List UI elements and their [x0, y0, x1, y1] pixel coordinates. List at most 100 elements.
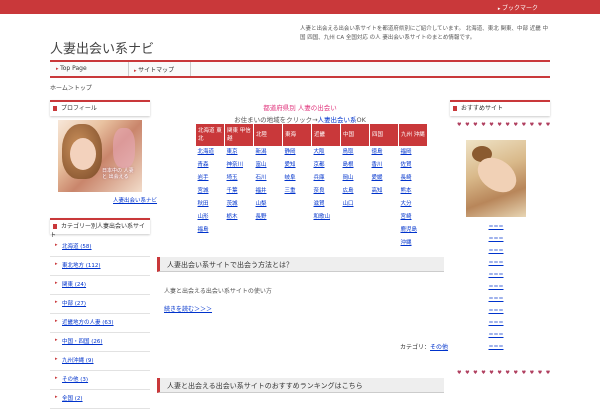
prefecture-link[interactable]: 愛知	[285, 162, 296, 168]
category-link[interactable]: 関東 (24)	[62, 280, 86, 288]
list-item: ▸ 北海道 (58)	[50, 236, 150, 257]
table-cell: 鹿児島	[399, 225, 428, 238]
prefecture-link[interactable]: 島根	[343, 162, 354, 168]
recommend-link[interactable]: ＝＝＝	[486, 247, 506, 254]
prefecture-link[interactable]: 福井	[256, 188, 267, 194]
read-more-link[interactable]: 続きを読む＞＞＞	[164, 304, 212, 313]
profile-image[interactable]: 日本中の 人妻と 出会える	[58, 120, 142, 192]
prefecture-link[interactable]: 宮城	[198, 188, 209, 194]
table-cell: 高知	[370, 186, 399, 199]
prefecture-link[interactable]: 沖縄	[401, 240, 412, 246]
table-cell: 宮城	[196, 186, 225, 199]
prefecture-link[interactable]: 千葉	[227, 188, 238, 194]
region-header: 関東 甲信越	[224, 123, 254, 147]
prefecture-link[interactable]: 広島	[343, 188, 354, 194]
prefecture-link[interactable]: 埼玉	[227, 175, 238, 181]
profile-link[interactable]: 人妻出会い系ナビ	[113, 196, 157, 204]
recommend-link[interactable]: ＝＝＝	[486, 331, 506, 338]
nav-item-top[interactable]: Top Page	[56, 65, 87, 72]
table-cell	[254, 225, 283, 238]
table-cell: 山梨	[254, 199, 283, 212]
recommend-title-bar: おすすめサイト	[450, 100, 550, 116]
table-cell	[225, 238, 254, 251]
category-link[interactable]: 中国・四国 (26)	[62, 337, 103, 345]
bookmark-link[interactable]: ブックマーク	[498, 3, 538, 12]
prefecture-link[interactable]: 鳥取	[343, 149, 354, 155]
prefecture-link[interactable]: 奈良	[314, 188, 325, 194]
prefecture-link[interactable]: 大分	[401, 201, 412, 207]
prefecture-link[interactable]: 東京	[227, 149, 238, 155]
recommend-link[interactable]: ＝＝＝	[486, 307, 506, 314]
prefecture-link[interactable]: 和歌山	[314, 214, 331, 220]
prefecture-link[interactable]: 三重	[285, 188, 296, 194]
nav-item-sitemap[interactable]: サイトマップ	[134, 65, 174, 74]
site-title[interactable]: 人妻出会い系ナビ	[50, 38, 154, 57]
prefecture-link[interactable]: 岡山	[343, 175, 354, 181]
prefecture-link[interactable]: 岐阜	[285, 175, 296, 181]
prefecture-link[interactable]: 秋田	[198, 201, 209, 207]
category-link[interactable]: 近畿地方の人妻 (63)	[62, 318, 114, 326]
prefecture-link[interactable]: 兵庫	[314, 175, 325, 181]
prefecture-link[interactable]: 佐賀	[401, 162, 412, 168]
category-link[interactable]: 九州沖縄 (9)	[62, 356, 94, 364]
prefecture-link[interactable]: 愛媛	[372, 175, 383, 181]
square-icon	[453, 106, 457, 111]
table-cell	[312, 238, 341, 251]
prefecture-link[interactable]: 京都	[314, 162, 325, 168]
prefecture-link[interactable]: 長崎	[401, 175, 412, 181]
recommend-link[interactable]: ＝＝＝	[486, 259, 506, 266]
prefecture-link[interactable]: 青森	[198, 162, 209, 168]
prefecture-link[interactable]: 富山	[256, 162, 267, 168]
prefecture-link[interactable]: 福島	[198, 227, 209, 233]
category-link[interactable]: 北海道 (58)	[62, 242, 92, 250]
table-row: 秋田 茨城 山梨 滋賀 山口 大分	[196, 199, 428, 212]
prefecture-link[interactable]: 岩手	[198, 175, 209, 181]
recommend-link[interactable]: ＝＝＝	[486, 235, 506, 242]
prefecture-link[interactable]: 山口	[343, 201, 354, 207]
section1-title[interactable]: 人妻出会い系サイトで出会う方法とは？	[167, 260, 293, 270]
prefecture-link[interactable]: 鹿児島	[401, 227, 418, 233]
prefecture-link[interactable]: 高知	[372, 188, 383, 194]
recommend-link[interactable]: ＝＝＝	[486, 223, 506, 230]
prefecture-link[interactable]: 宮崎	[401, 214, 412, 220]
prefecture-link[interactable]: 新潟	[256, 149, 267, 155]
prefecture-link[interactable]: 長野	[256, 214, 267, 220]
prefecture-link[interactable]: 神奈川	[227, 162, 244, 168]
table-cell: 神奈川	[225, 160, 254, 173]
category-link[interactable]: 全国 (2)	[62, 394, 83, 402]
arrow-icon: ▸	[55, 337, 58, 343]
recommend-link[interactable]: ＝＝＝	[486, 295, 506, 302]
recommend-image[interactable]	[466, 140, 526, 217]
prefecture-link[interactable]: 福岡	[401, 149, 412, 155]
prefecture-link[interactable]: 山梨	[256, 201, 267, 207]
prefecture-link[interactable]: 熊本	[401, 188, 412, 194]
prefecture-link[interactable]: 山形	[198, 214, 209, 220]
table-cell	[341, 238, 370, 251]
table-cell: 石川	[254, 173, 283, 186]
category-link[interactable]: その他	[430, 344, 448, 351]
region-header: 北陸	[253, 123, 283, 147]
table-cell: 長野	[254, 212, 283, 225]
prefecture-link[interactable]: 茨城	[227, 201, 238, 207]
recommend-link[interactable]: ＝＝＝	[486, 283, 506, 290]
profile-title: プロフィール	[61, 105, 97, 112]
section2-title[interactable]: 人妻と出会える出会い系サイトのおすすめランキングはこちら	[167, 381, 363, 391]
category-link[interactable]: 中部 (27)	[62, 299, 86, 307]
prefecture-link[interactable]: 香川	[372, 162, 383, 168]
table-row: 岩手 埼玉 石川 岐阜 兵庫 岡山 愛媛 長崎	[196, 173, 428, 186]
japan-map-shape	[113, 128, 135, 168]
region-intro-title: 都道府県別 人妻の出会い	[263, 104, 337, 112]
recommend-link[interactable]: ＝＝＝	[486, 343, 506, 350]
category-link[interactable]: その他 (3)	[62, 375, 88, 383]
prefecture-link[interactable]: 大阪	[314, 149, 325, 155]
category-link[interactable]: 東北地方 (112)	[62, 261, 101, 269]
prefecture-link[interactable]: 栃木	[227, 214, 238, 220]
prefecture-link[interactable]: 徳島	[372, 149, 383, 155]
prefecture-link[interactable]: 石川	[256, 175, 267, 181]
recommend-link[interactable]: ＝＝＝	[486, 271, 506, 278]
prefecture-link[interactable]: 静岡	[285, 149, 296, 155]
prefecture-link[interactable]: 滋賀	[314, 201, 325, 207]
prefecture-link[interactable]: 北海道	[198, 149, 215, 155]
table-cell: 東京	[225, 147, 254, 161]
recommend-link[interactable]: ＝＝＝	[486, 319, 506, 326]
